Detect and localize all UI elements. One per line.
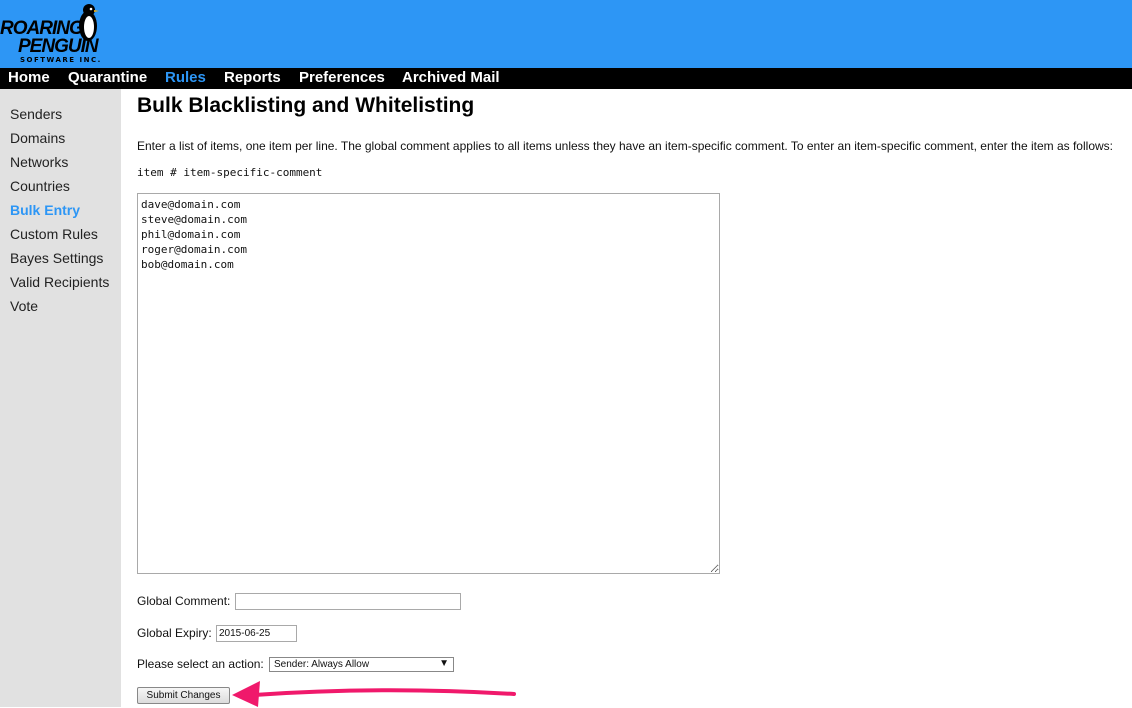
roaring-penguin-logo[interactable]: ROARING PENGUIN SOFTWARE INC. — [0, 0, 110, 68]
action-select-label: Please select an action: — [137, 657, 264, 671]
sidebar-item-vote[interactable]: Vote — [10, 298, 38, 314]
global-expiry-input[interactable] — [216, 625, 297, 642]
page-title: Bulk Blacklisting and Whitelisting — [137, 94, 475, 117]
sidebar-item-custom-rules[interactable]: Custom Rules — [10, 226, 98, 242]
nav-preferences[interactable]: Preferences — [299, 69, 385, 86]
sidebar-item-domains[interactable]: Domains — [10, 130, 65, 146]
nav-reports[interactable]: Reports — [224, 69, 281, 86]
penguin-icon — [79, 4, 99, 41]
main-nav: Home Quarantine Rules Reports Preference… — [0, 68, 1132, 89]
sidebar-item-bayes-settings[interactable]: Bayes Settings — [10, 250, 103, 266]
action-select-value: Sender: Always Allow — [274, 659, 370, 670]
bulk-items-textarea[interactable]: dave@domain.com steve@domain.com phil@do… — [137, 193, 720, 574]
sidebar-item-bulk-entry[interactable]: Bulk Entry — [10, 202, 80, 218]
global-expiry-label: Global Expiry: — [137, 626, 212, 640]
global-comment-input[interactable] — [235, 593, 461, 610]
sidebar-item-networks[interactable]: Networks — [10, 154, 68, 170]
submit-changes-button[interactable]: Submit Changes — [137, 687, 230, 704]
nav-home[interactable]: Home — [8, 69, 50, 86]
instructions-text: Enter a list of items, one item per line… — [137, 139, 1113, 153]
nav-rules[interactable]: Rules — [165, 69, 206, 86]
format-example: item # item-specific-comment — [137, 166, 323, 179]
sidebar-item-valid-recipients[interactable]: Valid Recipients — [10, 274, 109, 290]
nav-archived-mail[interactable]: Archived Mail — [402, 69, 500, 86]
sidebar-item-countries[interactable]: Countries — [10, 178, 70, 194]
sidebar-item-senders[interactable]: Senders — [10, 106, 62, 122]
dropdown-arrow-icon: ▼ — [439, 658, 449, 669]
annotation-arrow-icon — [232, 681, 516, 707]
logo-text-software: SOFTWARE INC. — [20, 56, 102, 64]
action-select[interactable]: Sender: Always Allow ▼ — [269, 657, 454, 672]
sidebar: Senders Domains Networks Countries Bulk … — [0, 89, 121, 707]
app-header: ROARING PENGUIN SOFTWARE INC. — [0, 0, 1132, 68]
global-comment-label: Global Comment: — [137, 594, 231, 608]
nav-quarantine[interactable]: Quarantine — [68, 69, 147, 86]
